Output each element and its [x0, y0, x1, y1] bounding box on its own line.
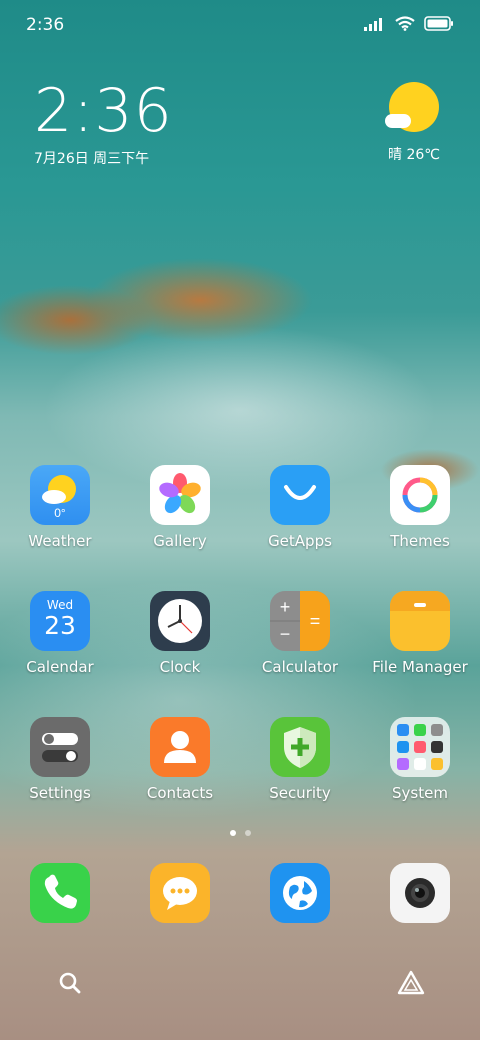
app-label-system: System: [392, 784, 448, 802]
app-file-manager[interactable]: File Manager: [360, 591, 480, 717]
signal-icon: [364, 17, 382, 31]
app-clock[interactable]: Clock: [120, 591, 240, 717]
bottom-bar: [28, 955, 452, 1011]
app-contacts[interactable]: Contacts: [120, 717, 240, 843]
app-folder-system[interactable]: System: [360, 717, 480, 843]
app-calculator[interactable]: + − = Calculator: [240, 591, 360, 717]
messages-icon: [150, 863, 210, 923]
calendar-date: 23: [44, 611, 76, 640]
svg-text:=: =: [310, 611, 321, 631]
app-label-security: Security: [269, 784, 331, 802]
getapps-icon: [270, 465, 330, 525]
app-label-clock: Clock: [159, 658, 201, 676]
app-label-calendar: Calendar: [26, 658, 94, 676]
dock-messages[interactable]: [120, 863, 240, 923]
security-icon: [270, 717, 330, 777]
battery-icon: [424, 16, 453, 31]
dock-browser[interactable]: [240, 863, 360, 923]
clock-widget[interactable]: 2:36 7月26日 周三下午: [34, 80, 173, 168]
page-indicator: [0, 830, 480, 836]
status-icons: [364, 16, 454, 31]
themes-icon: [390, 465, 450, 525]
clock-icon: [150, 591, 210, 651]
camera-icon: [390, 863, 450, 923]
app-label-gallery: Gallery: [153, 532, 207, 550]
gallery-icon: [150, 465, 210, 525]
app-gallery[interactable]: Gallery: [120, 465, 240, 591]
search-icon[interactable]: [56, 969, 84, 997]
app-label-settings: Settings: [29, 784, 91, 802]
app-label-weather: Weather: [28, 532, 92, 550]
phone-icon: [30, 863, 90, 923]
svg-text:−: −: [280, 624, 291, 644]
assistant-icon[interactable]: [396, 969, 426, 997]
page-dot-1[interactable]: [229, 830, 236, 836]
app-weather[interactable]: 0° Weather: [0, 465, 120, 591]
sunny-icon: [385, 82, 439, 132]
weather-temp: 0°: [54, 506, 66, 520]
folder-icon: [390, 717, 450, 777]
status-bar: 2:36: [0, 0, 480, 48]
app-label-contacts: Contacts: [146, 784, 214, 802]
weather-summary: 晴 26℃: [388, 147, 440, 163]
wifi-icon: [395, 16, 415, 31]
settings-icon: [30, 717, 90, 777]
svg-text:+: +: [280, 597, 291, 617]
app-label-themes: Themes: [390, 532, 450, 550]
app-label-getapps: GetApps: [268, 532, 332, 550]
app-grid: 0° Weather Gallery GetApps Themes Wed 23…: [0, 465, 480, 843]
file-manager-icon: [390, 591, 450, 651]
dock: [0, 863, 480, 923]
app-label-file-manager: File Manager: [372, 658, 468, 676]
app-getapps[interactable]: GetApps: [240, 465, 360, 591]
app-settings[interactable]: Settings: [0, 717, 120, 843]
home-clock-time: 2:36: [34, 76, 173, 146]
calendar-icon: Wed 23: [30, 591, 90, 651]
status-time: 2:36: [26, 15, 65, 35]
page-dot-2[interactable]: [244, 830, 251, 836]
app-themes[interactable]: Themes: [360, 465, 480, 591]
calendar-day: Wed: [46, 598, 74, 612]
weather-widget[interactable]: 晴 26℃: [384, 82, 444, 164]
app-calendar[interactable]: Wed 23 Calendar: [0, 591, 120, 717]
contacts-icon: [150, 717, 210, 777]
browser-icon: [270, 863, 330, 923]
calculator-icon: + − =: [270, 591, 330, 651]
dock-phone[interactable]: [0, 863, 120, 923]
app-label-calculator: Calculator: [261, 658, 339, 676]
home-date: 7月26日 周三下午: [34, 151, 150, 167]
app-security[interactable]: Security: [240, 717, 360, 843]
weather-icon: 0°: [30, 465, 90, 525]
dock-camera[interactable]: [360, 863, 480, 923]
